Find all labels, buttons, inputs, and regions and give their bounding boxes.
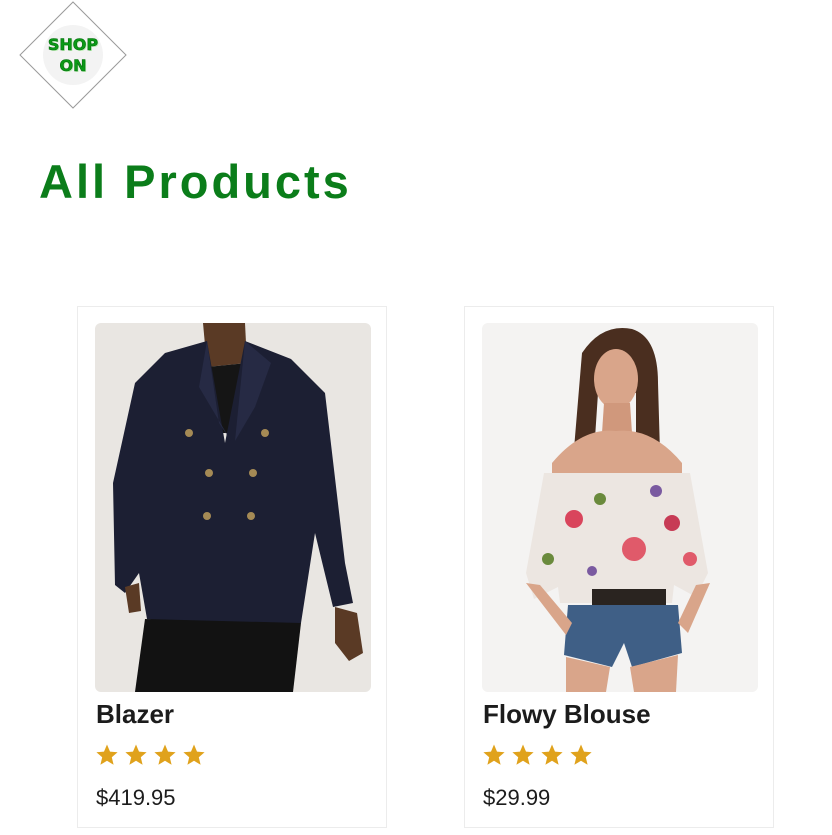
- product-name[interactable]: Flowy Blouse: [483, 699, 651, 729]
- rating-stars: [95, 743, 206, 769]
- blazer-photo[interactable]: [95, 323, 371, 692]
- logo-diamond-icon: [19, 1, 127, 109]
- product-price: $29.99: [483, 785, 551, 810]
- product-card-flowy-blouse[interactable]: Flowy Blouse $29.99: [464, 306, 774, 828]
- star-icon: [541, 744, 563, 765]
- star-icon: [570, 744, 592, 765]
- rating-stars: [482, 743, 593, 769]
- logo-text-line2: ON: [59, 56, 87, 76]
- product-name[interactable]: Blazer: [96, 699, 174, 729]
- star-icon: [96, 744, 118, 765]
- logo-text-line1: SHOP: [47, 35, 99, 55]
- flowy-blouse-photo[interactable]: [482, 323, 758, 692]
- page-title: All Products: [39, 155, 352, 208]
- product-price: $419.95: [96, 785, 176, 810]
- shop-on-logo[interactable]: SHOP ON: [19, 1, 127, 109]
- star-icon: [125, 744, 147, 765]
- star-icon: [183, 744, 205, 765]
- star-icon: [512, 744, 534, 765]
- star-icon: [154, 744, 176, 765]
- star-icon: [483, 744, 505, 765]
- product-card-blazer[interactable]: Blazer $419.95: [77, 306, 387, 828]
